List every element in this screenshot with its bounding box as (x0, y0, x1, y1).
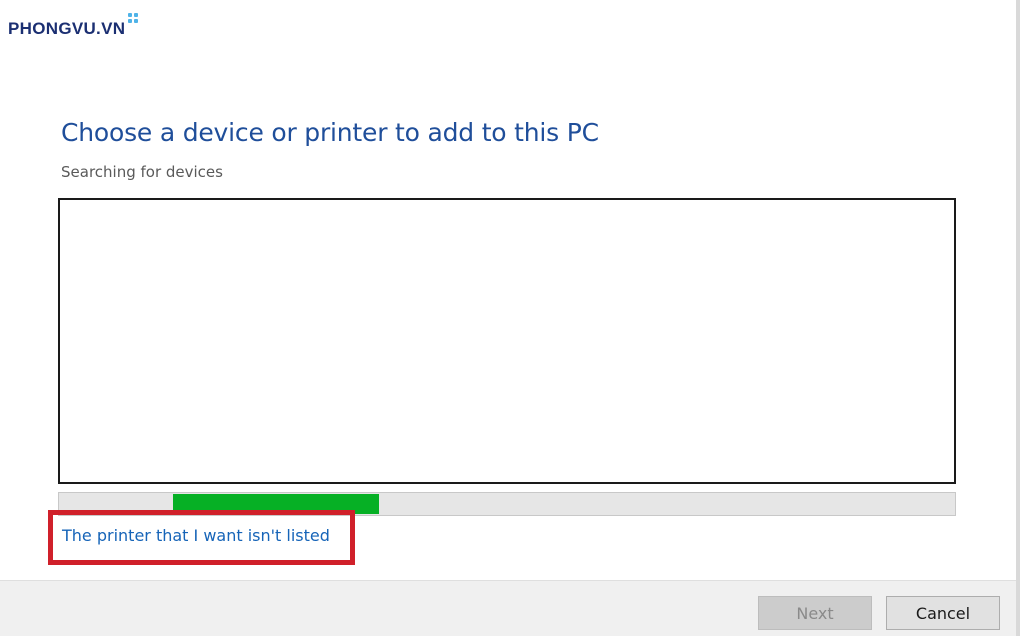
search-status-text: Searching for devices (61, 163, 223, 181)
logo-dots-icon (128, 13, 139, 23)
window-edge (1016, 0, 1020, 636)
printer-not-listed-link[interactable]: The printer that I want isn't listed (62, 526, 330, 545)
add-device-dialog: PHONGVU.VN Choose a device or printer to… (0, 0, 1020, 636)
logo-text: PHONGVU.VN (8, 19, 126, 38)
phongvu-logo: PHONGVU.VN (8, 12, 139, 46)
device-list[interactable] (58, 198, 956, 484)
page-title: Choose a device or printer to add to thi… (61, 118, 599, 147)
next-button[interactable]: Next (758, 596, 872, 630)
cancel-button[interactable]: Cancel (886, 596, 1000, 630)
